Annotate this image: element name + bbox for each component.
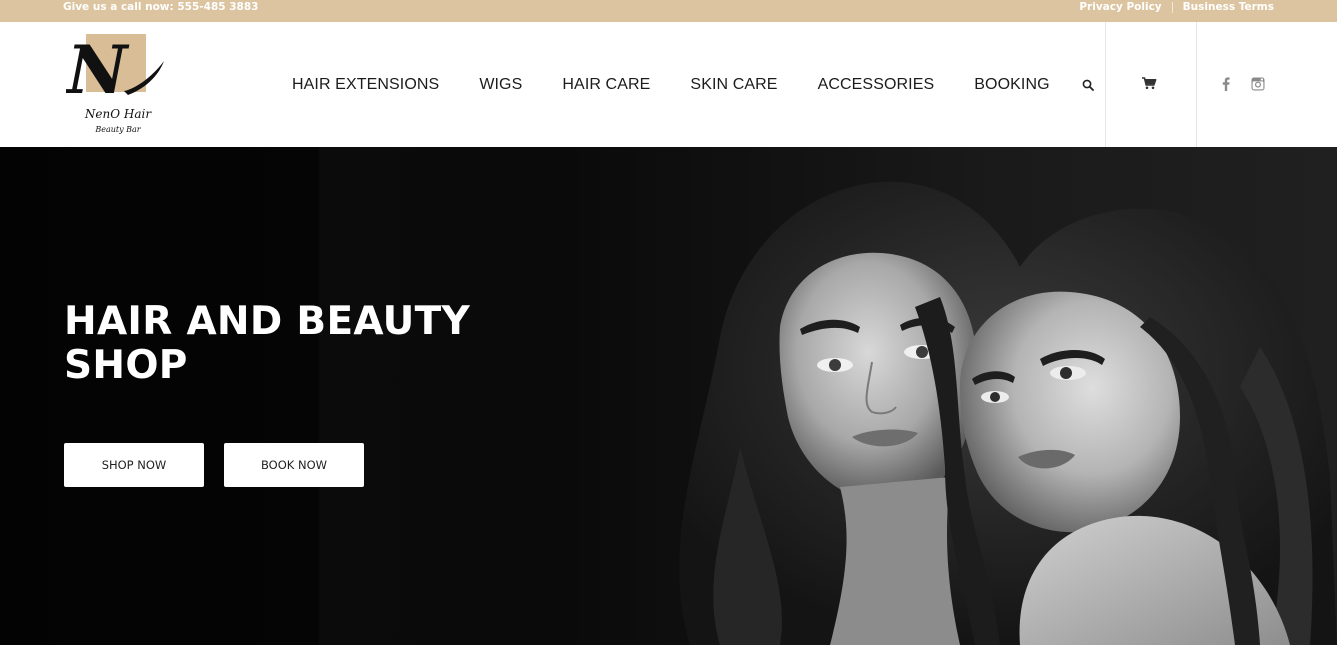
nav-item-accessories[interactable]: ACCESSORIES [798, 76, 955, 94]
business-terms-link[interactable]: Business Terms [1183, 0, 1274, 14]
header-divider [1105, 22, 1106, 147]
nav-item-booking[interactable]: BOOKING [954, 76, 1069, 94]
hero-title: HAIR AND BEAUTY SHOP [64, 299, 471, 388]
site-header: N NenO Hair Beauty Bar HAIR EXTENSIONS W… [0, 22, 1337, 147]
top-links: Privacy Policy Business Terms [1079, 0, 1274, 14]
nav-item-hair-care[interactable]: HAIR CARE [542, 76, 670, 94]
main-nav: HAIR EXTENSIONS WIGS HAIR CARE SKIN CARE… [272, 22, 1106, 147]
logo-tagline: Beauty Bar [94, 125, 141, 134]
logo-mark: N [66, 31, 130, 109]
facebook-icon[interactable] [1222, 77, 1230, 96]
instagram-icon[interactable] [1251, 77, 1265, 96]
nav-item-skin-care[interactable]: SKIN CARE [670, 76, 797, 94]
shop-now-button[interactable]: SHOP NOW [64, 443, 204, 487]
book-now-button[interactable]: BOOK NOW [224, 443, 364, 487]
link-divider [1171, 1, 1173, 13]
brand-logo[interactable]: N NenO Hair Beauty Bar [66, 31, 170, 141]
logo-name: NenO Hair [84, 107, 152, 121]
contact-phone-text: Give us a call now: 555-485 3883 [63, 1, 259, 13]
privacy-policy-link[interactable]: Privacy Policy [1079, 0, 1161, 14]
hero-banner: HAIR AND BEAUTY SHOP SHOP NOW BOOK NOW [0, 147, 1337, 645]
cart-icon[interactable] [1141, 76, 1157, 95]
header-divider [1196, 22, 1197, 147]
nav-item-hair-extensions[interactable]: HAIR EXTENSIONS [272, 76, 459, 94]
nav-item-wigs[interactable]: WIGS [459, 76, 542, 94]
hero-photo [679, 181, 1337, 645]
search-icon[interactable] [1070, 79, 1106, 91]
top-info-bar: Give us a call now: 555-485 3883 Privacy… [0, 0, 1337, 22]
